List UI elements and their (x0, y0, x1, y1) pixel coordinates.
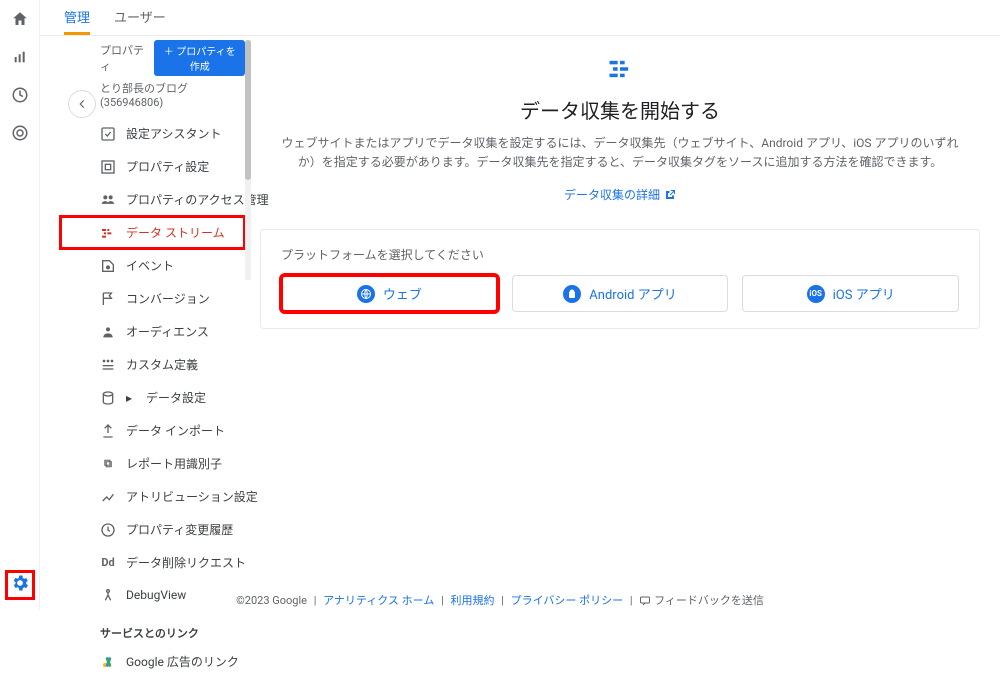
feedback-icon (639, 595, 651, 607)
web-icon (357, 285, 375, 303)
sidebar-scrollbar-thumb[interactable] (245, 40, 251, 180)
footer-privacy-link[interactable]: プライバシー ポリシー (511, 594, 624, 607)
data-stream-hero-icon (606, 55, 634, 83)
sidebar-item-label: オーディエンス (126, 323, 209, 340)
sidebar-item-custom-definitions[interactable]: カスタム定義 (60, 348, 245, 381)
footer: ©2023 Google | アナリティクス ホーム | 利用規約 | プライバ… (0, 592, 1000, 608)
sidebar-item-data-streams[interactable]: データ ストリーム (60, 216, 245, 249)
sidebar-list: 設定アシスタント プロパティ設定 プロパティのアクセス管理 データ ストリーム … (60, 117, 245, 611)
settings-square-icon (100, 159, 116, 175)
tab-admin[interactable]: 管理 (64, 0, 90, 35)
platform-ios-button[interactable]: iOS iOS アプリ (742, 275, 959, 312)
tab-user[interactable]: ユーザー (114, 0, 166, 35)
sidebar-item-label: カスタム定義 (126, 356, 198, 373)
sidebar-item-setup-assistant[interactable]: 設定アシスタント (60, 117, 245, 150)
external-link-icon (664, 189, 676, 201)
audience-icon (100, 324, 116, 340)
sidebar-item-label: データ設定 (146, 389, 206, 406)
sidebar-item-data-settings[interactable]: ▸ データ設定 (60, 381, 245, 414)
flag-icon (100, 291, 116, 307)
sidebar-item-label: データ インポート (126, 422, 225, 439)
footer-feedback-link[interactable]: フィードバックを送信 (654, 594, 764, 607)
sidebar-item-label: 設定アシスタント (126, 125, 222, 142)
footer-terms-link[interactable]: 利用規約 (451, 594, 495, 607)
events-icon (100, 258, 116, 274)
android-icon (563, 285, 581, 303)
sidebar-item-change-history[interactable]: プロパティ変更履歴 (60, 513, 245, 546)
sidebar-item-label: レポート用識別子 (126, 455, 222, 472)
custom-def-icon (100, 357, 116, 373)
id-icon: ⧉ (100, 456, 116, 472)
property-label: プロパティ (100, 42, 146, 74)
sidebar-item-property-settings[interactable]: プロパティ設定 (60, 150, 245, 183)
sidebar-item-label: プロパティ変更履歴 (126, 521, 233, 538)
sidebar-item-label: Google 広告のリンク (126, 653, 239, 670)
sidebar-item-data-deletion[interactable]: Dd データ削除リクエスト (60, 546, 245, 579)
google-ads-icon (100, 654, 116, 670)
attribution-icon (100, 489, 116, 505)
database-icon (100, 390, 116, 406)
platform-android-label: Android アプリ (589, 284, 676, 303)
data-stream-icon (100, 225, 116, 241)
sidebar-item-label: データ ストリーム (126, 224, 225, 241)
sidebar-group-label: サービスとのリンク (60, 611, 245, 645)
hero-description: ウェブサイトまたはアプリでデータ収集を設定するには、データ収集先（ウェブサイト、… (280, 134, 960, 172)
sidebar-item-label: イベント (126, 257, 174, 274)
sidebar-item-reporting-identity[interactable]: ⧉ レポート用識別子 (60, 447, 245, 480)
sidebar-item-access-management[interactable]: プロパティのアクセス管理 (60, 183, 245, 216)
sidebar-item-label: アトリビューション設定 (126, 488, 258, 505)
sidebar-item-google-ads-link[interactable]: Google 広告のリンク (60, 645, 245, 678)
reports-icon[interactable] (11, 48, 29, 66)
footer-copyright: ©2023 Google (236, 594, 307, 607)
hero-title: データ収集を開始する (280, 95, 960, 124)
checkbox-icon (100, 126, 116, 142)
back-button[interactable] (68, 90, 96, 118)
sidebar-item-label: データ削除リクエスト (126, 554, 246, 571)
property-sidebar: プロパティ ＋ プロパティを作成 とり部長のブログ (356946806) 設定… (60, 40, 245, 580)
platform-label: プラットフォームを選択してください (281, 246, 959, 263)
create-property-button[interactable]: ＋ プロパティを作成 (154, 40, 245, 76)
footer-home-link[interactable]: アナリティクス ホーム (323, 594, 434, 607)
delete-request-icon: Dd (100, 555, 116, 571)
home-icon[interactable] (11, 10, 29, 28)
ios-icon: iOS (807, 285, 825, 303)
admin-tabs: 管理 ユーザー (40, 0, 1000, 36)
platform-android-button[interactable]: Android アプリ (512, 275, 729, 312)
platform-ios-label: iOS アプリ (833, 284, 895, 303)
sidebar-item-label: プロパティ設定 (126, 158, 209, 175)
upload-icon (100, 423, 116, 439)
platform-web-button[interactable]: ウェブ (281, 275, 498, 312)
sidebar-item-audiences[interactable]: オーディエンス (60, 315, 245, 348)
sidebar-item-attribution[interactable]: アトリビューション設定 (60, 480, 245, 513)
learn-more-label: データ収集の詳細 (564, 186, 660, 203)
sidebar-item-data-import[interactable]: データ インポート (60, 414, 245, 447)
sidebar-item-events[interactable]: イベント (60, 249, 245, 282)
platform-web-label: ウェブ (383, 284, 422, 303)
sidebar-item-conversions[interactable]: コンバージョン (60, 282, 245, 315)
people-icon (100, 192, 116, 208)
history-icon (100, 522, 116, 538)
chevron-right-icon: ▸ (126, 391, 132, 405)
nav-rail (0, 0, 40, 610)
advertising-icon[interactable] (11, 124, 29, 142)
sidebar-item-label: コンバージョン (126, 290, 210, 307)
explore-icon[interactable] (11, 86, 29, 104)
hero: データ収集を開始する ウェブサイトまたはアプリでデータ収集を設定するには、データ… (260, 45, 980, 223)
platform-card: プラットフォームを選択してください ウェブ Android アプリ iOS iO… (260, 229, 980, 329)
learn-more-link[interactable]: データ収集の詳細 (564, 186, 676, 203)
main-content: データ収集を開始する ウェブサイトまたはアプリでデータ収集を設定するには、データ… (260, 45, 980, 329)
